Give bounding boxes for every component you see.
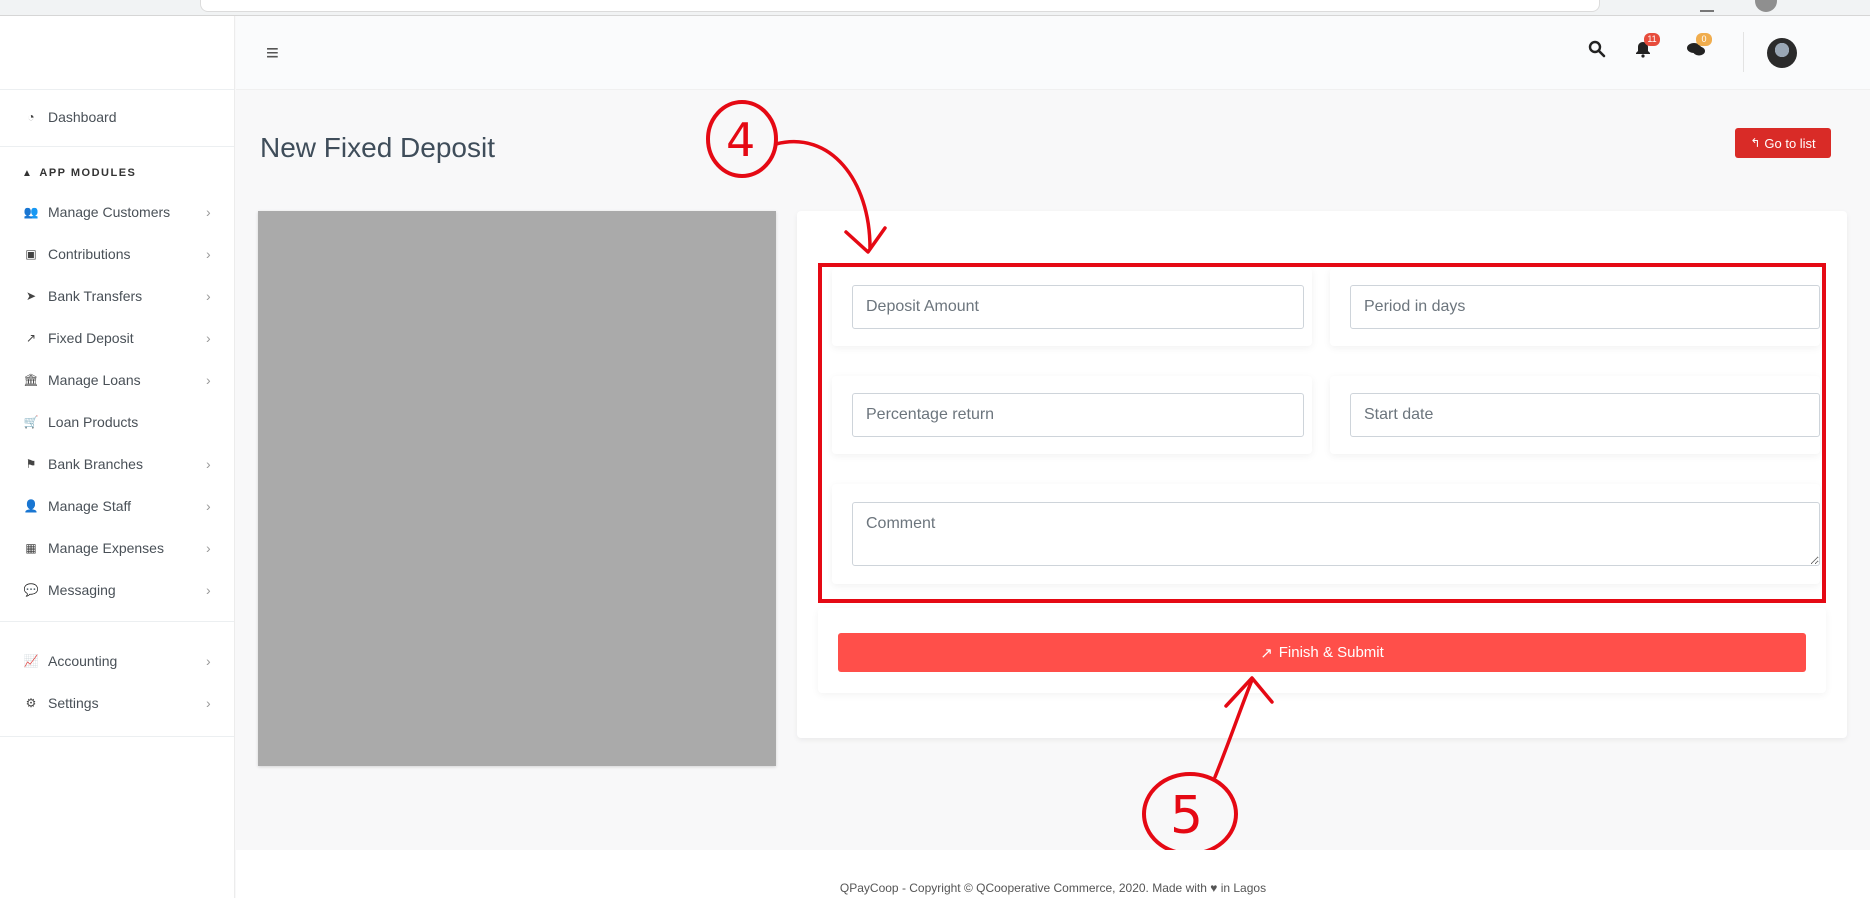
flag-icon: ⚑ (25, 457, 37, 471)
sidebar-item-manage-loans[interactable]: 🏛 Manage Loans › (0, 359, 234, 401)
sidebar-item-label: Bank Branches (48, 456, 143, 472)
chevron-right-icon: › (206, 498, 211, 514)
sidebar-item-fixed-deposit[interactable]: ↗ Fixed Deposit › (0, 317, 234, 359)
gavel-icon: ↗ (25, 331, 37, 345)
sidebar-item-label: Manage Expenses (48, 540, 164, 556)
sidebar-divider (0, 621, 234, 622)
period-days-group (1330, 268, 1820, 346)
finish-submit-button[interactable]: ↗ Finish & Submit (838, 633, 1806, 672)
chevron-right-icon: › (206, 540, 211, 556)
chevron-right-icon: › (206, 288, 211, 304)
footer-copyright: QPayCoop - Copyright © QCooperative Comm… (839, 881, 1267, 895)
chevron-right-icon: › (206, 695, 211, 711)
sidebar-item-label: Loan Products (48, 414, 139, 430)
sidebar-item-contributions[interactable]: ▣ Contributions › (0, 233, 234, 275)
annotation-step-5-label: 5 (1170, 786, 1203, 846)
bell-icon: ▲ (22, 167, 34, 179)
chevron-right-icon: › (206, 582, 211, 598)
messages-count-badge: 0 (1696, 33, 1712, 46)
top-header: ≡ 11 0 (236, 16, 1870, 90)
chevron-right-icon: › (206, 372, 211, 388)
gavel-icon: ↗ (1260, 644, 1273, 662)
annotation-step-4-label: 4 (726, 113, 755, 167)
sidebar-divider (0, 736, 234, 737)
sidebar-item-accounting[interactable]: 📈 Accounting › (0, 640, 234, 682)
user-avatar[interactable] (1767, 38, 1797, 68)
sidebar-item-label: Manage Staff (48, 498, 132, 514)
sidebar-item-label: Accounting (48, 653, 118, 669)
cart-icon: 🛒 (23, 415, 39, 429)
users-icon: 👥 (23, 205, 39, 219)
sidebar-item-bank-branches[interactable]: ⚑ Bank Branches › (0, 443, 234, 485)
sidebar-item-label: Messaging (48, 582, 116, 598)
sidebar-item-label: Settings (48, 695, 99, 711)
comments-icon: 💬 (23, 583, 39, 597)
user-icon: 👤 (23, 499, 39, 513)
paper-plane-icon: ➤ (25, 289, 37, 303)
comment-textarea[interactable] (852, 502, 1820, 566)
sidebar-section-label: ▲ APP MODULES (22, 167, 137, 179)
sidebar: ◔ Dashboard ▲ APP MODULES 👥 Manage Custo… (0, 16, 235, 898)
percentage-return-input[interactable] (852, 393, 1304, 437)
sidebar-divider (0, 146, 234, 147)
gear-icon: ⚙ (25, 696, 37, 710)
sidebar-item-label: Fixed Deposit (48, 330, 134, 346)
comment-group (832, 484, 1820, 584)
image-placeholder-panel (258, 211, 776, 766)
sidebar-item-manage-staff[interactable]: 👤 Manage Staff › (0, 485, 234, 527)
search-icon[interactable] (1588, 40, 1606, 63)
calculator-icon: ▦ (25, 541, 37, 555)
dashboard-icon: ◔ (27, 110, 35, 124)
browser-profile-icon[interactable] (1755, 0, 1777, 12)
money-icon: ▣ (25, 247, 37, 261)
start-date-input[interactable] (1350, 393, 1820, 437)
menu-toggle-icon[interactable]: ≡ (266, 40, 279, 66)
chevron-right-icon: › (206, 246, 211, 262)
page-footer: QPayCoop - Copyright © QCooperative Comm… (236, 850, 1870, 898)
sidebar-item-label: Bank Transfers (48, 288, 143, 304)
reply-icon: ↰ (1750, 136, 1761, 150)
sidebar-item-label: Manage Loans (48, 372, 141, 388)
sidebar-item-loan-products[interactable]: 🛒 Loan Products (0, 401, 234, 443)
sidebar-item-manage-customers[interactable]: 👥 Manage Customers › (0, 191, 234, 233)
sidebar-brand (0, 16, 234, 90)
header-divider (1743, 32, 1744, 72)
address-bar[interactable] (200, 0, 1600, 12)
bank-icon: 🏛 (23, 373, 39, 387)
browser-toolbar (0, 0, 1870, 16)
notification-bell-icon[interactable]: 11 (1634, 33, 1660, 63)
messages-icon[interactable]: 0 (1686, 33, 1712, 63)
submit-card: ↗ Finish & Submit (818, 608, 1826, 693)
sidebar-item-label: Dashboard (48, 109, 117, 125)
chart-icon: 📈 (23, 654, 39, 668)
sidebar-item-bank-transfers[interactable]: ➤ Bank Transfers › (0, 275, 234, 317)
sidebar-item-label: Manage Customers (48, 204, 171, 220)
sidebar-item-messaging[interactable]: 💬 Messaging › (0, 569, 234, 611)
deposit-amount-group (832, 268, 1312, 346)
chevron-right-icon: › (206, 653, 211, 669)
sidebar-item-settings[interactable]: ⚙ Settings › (0, 682, 234, 724)
start-date-group (1330, 376, 1820, 454)
notification-count-badge: 11 (1644, 33, 1660, 46)
sidebar-item-label: Contributions (48, 246, 131, 262)
page-title: New Fixed Deposit (260, 132, 495, 163)
extension-icon[interactable] (1700, 2, 1714, 12)
percentage-return-group (832, 376, 1312, 454)
chevron-right-icon: › (206, 330, 211, 346)
chevron-right-icon: › (206, 204, 211, 220)
sidebar-item-manage-expenses[interactable]: ▦ Manage Expenses › (0, 527, 234, 569)
deposit-amount-input[interactable] (852, 285, 1304, 329)
go-to-list-button[interactable]: ↰ Go to list (1735, 128, 1831, 158)
sidebar-item-dashboard[interactable]: ◔ Dashboard (0, 96, 234, 138)
chevron-right-icon: › (206, 456, 211, 472)
period-days-input[interactable] (1350, 285, 1820, 329)
